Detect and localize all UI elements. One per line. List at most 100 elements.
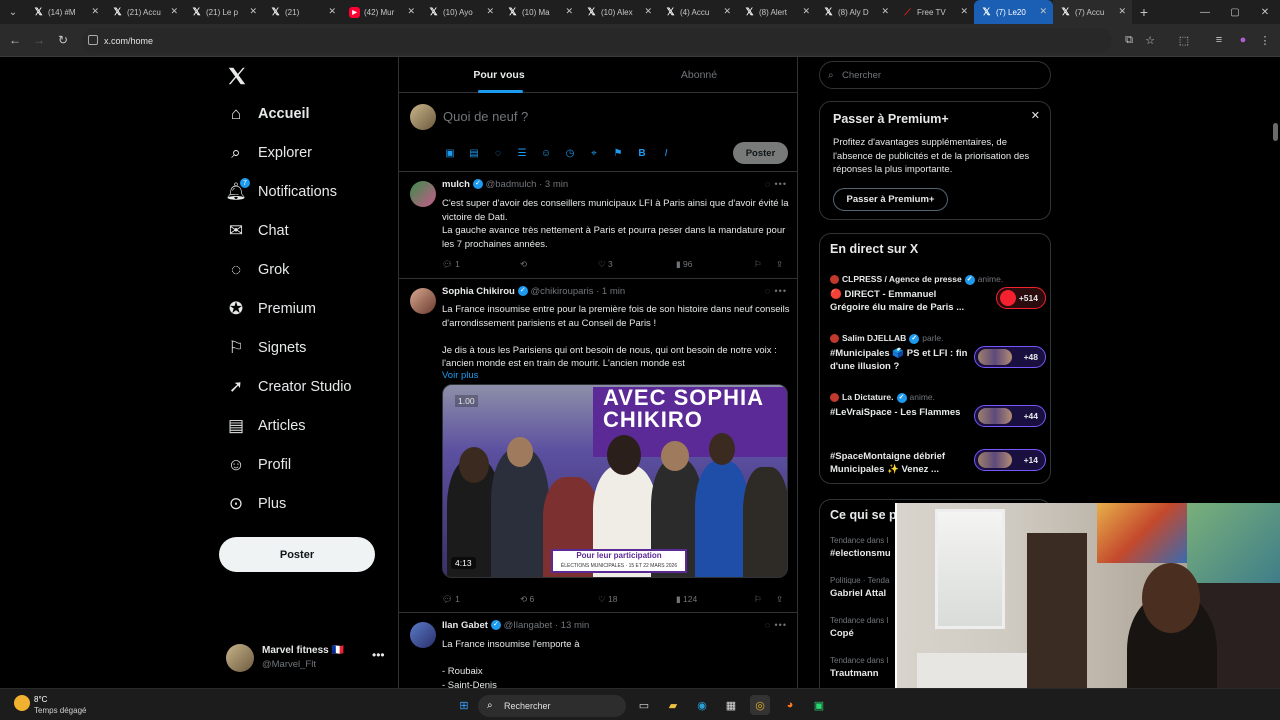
media-icon[interactable]: ≡ (1212, 33, 1226, 47)
edge-icon[interactable]: ◉ (692, 695, 712, 715)
close-tab-icon[interactable]: ✕ (723, 6, 731, 17)
taskbar-search[interactable]: ⌕ Rechercher (478, 695, 626, 717)
listener-count-pill[interactable]: +14 (974, 449, 1046, 471)
file-explorer-icon[interactable]: ▰ (663, 695, 683, 715)
tweet-options-icon[interactable]: ◌ ••• (765, 286, 787, 296)
store-icon[interactable]: ▦ (721, 695, 741, 715)
views-button[interactable]: ▮ 124 (676, 594, 697, 605)
browser-tab[interactable]: ▶ (42) Mur ✕ (342, 0, 421, 24)
close-tab-icon[interactable]: ✕ (249, 6, 257, 17)
browser-tab[interactable]: 𝕏 (10) Ma ✕ (500, 0, 579, 24)
nav-item-plus[interactable]: ⊙ Plus (224, 489, 286, 519)
forward-button[interactable]: → (31, 32, 47, 48)
emoji-icon[interactable]: ☺ (539, 146, 553, 160)
nav-item-explorer[interactable]: ⌕ Explorer (224, 138, 312, 168)
x-logo-icon[interactable] (226, 65, 248, 87)
image-icon[interactable]: ▣ (443, 146, 457, 160)
profile-icon[interactable]: ● (1236, 33, 1250, 47)
avatar[interactable] (410, 622, 436, 648)
back-button[interactable]: ← (7, 32, 23, 48)
more-icon[interactable]: ••• (372, 648, 385, 662)
poll-icon[interactable]: ☰ (515, 146, 529, 160)
close-tab-icon[interactable]: ✕ (486, 6, 494, 17)
close-tab-icon[interactable]: ✕ (1118, 6, 1126, 17)
tweet-author[interactable]: Sophia Chikirou (442, 286, 515, 297)
flag-icon[interactable]: ⚑ (611, 146, 625, 160)
nav-item-creator-studio[interactable]: ➚ Creator Studio (224, 372, 352, 402)
post-button[interactable]: Poster (219, 537, 375, 572)
close-tab-icon[interactable]: ✕ (91, 6, 99, 17)
tweet[interactable]: Ilan Gabet ✓ @Ilangabet · 13 min ◌ ••• La… (399, 614, 797, 688)
live-item[interactable]: CLPRESS / Agence de presse ✓ anime. 🔴 DIREC… (830, 274, 1046, 316)
like-button[interactable]: ♡ 18 (598, 594, 617, 605)
app-icon[interactable]: ▣ (809, 695, 829, 715)
nav-item-signets[interactable]: ⚐ Signets (224, 333, 306, 363)
nav-item-accueil[interactable]: ⌂ Accueil (224, 99, 310, 129)
browser-tab[interactable]: 𝕏 (21) Le p ✕ (184, 0, 263, 24)
close-icon[interactable]: ✕ (1031, 109, 1040, 122)
nav-item-profil[interactable]: ☺ Profil (224, 450, 291, 480)
grok-icon[interactable]: ◌ (491, 146, 505, 160)
weather-widget[interactable]: 8°C Temps dégagé (14, 693, 114, 717)
tweet-options-icon[interactable]: ◌ ••• (765, 179, 787, 189)
reload-button[interactable]: ↻ (55, 32, 71, 48)
browser-tab[interactable]: 𝕏 (8) Aly D ✕ (816, 0, 895, 24)
browser-tab[interactable]: 𝕏 (8) Alert ✕ (737, 0, 816, 24)
tweet[interactable]: Sophia Chikirou ✓ @chikirouparis · 1 min … (399, 280, 797, 613)
browser-tab[interactable]: ⟋ Free TV ✕ (895, 0, 974, 24)
bookmark-icon[interactable]: ⚐ (754, 594, 762, 605)
nav-item-grok[interactable]: ◌ Grok (224, 255, 289, 285)
listener-count-pill[interactable]: +514 (996, 287, 1046, 309)
close-tab-icon[interactable]: ✕ (328, 6, 336, 17)
browser-tab[interactable]: 𝕏 (10) Ayo ✕ (421, 0, 500, 24)
close-tab-icon[interactable]: ✕ (170, 6, 178, 17)
share-icon[interactable]: ⇪ (776, 259, 783, 270)
close-tab-icon[interactable]: ✕ (881, 6, 889, 17)
composer-input[interactable]: Quoi de neuf ? (443, 109, 528, 124)
task-view-icon[interactable]: ▭ (634, 695, 654, 715)
close-tab-icon[interactable]: ✕ (407, 6, 415, 17)
close-tab-icon[interactable]: ✕ (565, 6, 573, 17)
premium-upgrade-button[interactable]: Passer à Premium+ (833, 188, 948, 211)
close-tab-icon[interactable]: ✕ (1039, 6, 1047, 17)
close-tab-icon[interactable]: ✕ (960, 6, 968, 17)
minimize-button[interactable]: — (1190, 0, 1220, 24)
like-button[interactable]: ♡ 3 (598, 259, 613, 270)
new-tab-button[interactable]: + (1132, 4, 1156, 20)
listener-count-pill[interactable]: +44 (974, 405, 1046, 427)
italic-icon[interactable]: I (659, 146, 673, 160)
views-button[interactable]: ▮ 96 (676, 259, 693, 270)
install-app-icon[interactable]: ⧉ (1122, 33, 1136, 47)
repost-button[interactable]: ⟲ 6 (520, 594, 534, 605)
share-icon[interactable]: ⇪ (776, 594, 783, 605)
search-input[interactable]: ⌕ Chercher (819, 61, 1051, 89)
browser-menu-icon[interactable]: ⋮ (1258, 33, 1272, 47)
listener-count-pill[interactable]: +48 (974, 346, 1046, 368)
nav-item-notifications[interactable]: 🔔︎ 7 Notifications (224, 177, 337, 207)
avatar[interactable] (410, 181, 436, 207)
schedule-icon[interactable]: ◷ (563, 146, 577, 160)
reply-button[interactable]: 💬︎ 1 (442, 594, 460, 605)
tweet-author[interactable]: Ilan Gabet (442, 620, 488, 631)
bookmark-star-icon[interactable]: ☆ (1143, 33, 1157, 47)
firefox-icon[interactable]: ◕ (780, 695, 800, 715)
browser-tab[interactable]: 𝕏 (21) Accu ✕ (105, 0, 184, 24)
extensions-icon[interactable]: ⬚ (1177, 33, 1191, 47)
account-switcher[interactable]: Marvel fitness 🇫🇷 @Marvel_Flt ••• (226, 640, 396, 676)
tweet-options-icon[interactable]: ◌ ••• (765, 620, 787, 630)
live-item[interactable]: La Dictature. ✓ anime. #LeVraiSpace - Les F… (830, 392, 1046, 434)
site-info-icon[interactable] (88, 35, 98, 45)
avatar[interactable] (410, 288, 436, 314)
repost-button[interactable]: ⟲ (520, 259, 527, 270)
video-player[interactable]: AVEC SOPHIA CHIKIRO 1.00 Pour leur parti… (442, 384, 788, 578)
reply-button[interactable]: 💬︎ 1 (442, 259, 460, 270)
browser-tab[interactable]: 𝕏 (21) ✕ (263, 0, 342, 24)
tab-pour-vous[interactable]: Pour vous (399, 57, 599, 93)
chrome-icon[interactable]: ◎ (750, 695, 770, 715)
browser-tab[interactable]: 𝕏 (14) #M ✕ (26, 0, 105, 24)
start-icon[interactable]: ⊞ (454, 695, 474, 715)
location-icon[interactable]: ⌖ (587, 146, 601, 160)
close-tab-icon[interactable]: ✕ (802, 6, 810, 17)
tab-search-button[interactable]: ⌄ (0, 0, 26, 24)
browser-tab[interactable]: 𝕏 (4) Accu ✕ (658, 0, 737, 24)
